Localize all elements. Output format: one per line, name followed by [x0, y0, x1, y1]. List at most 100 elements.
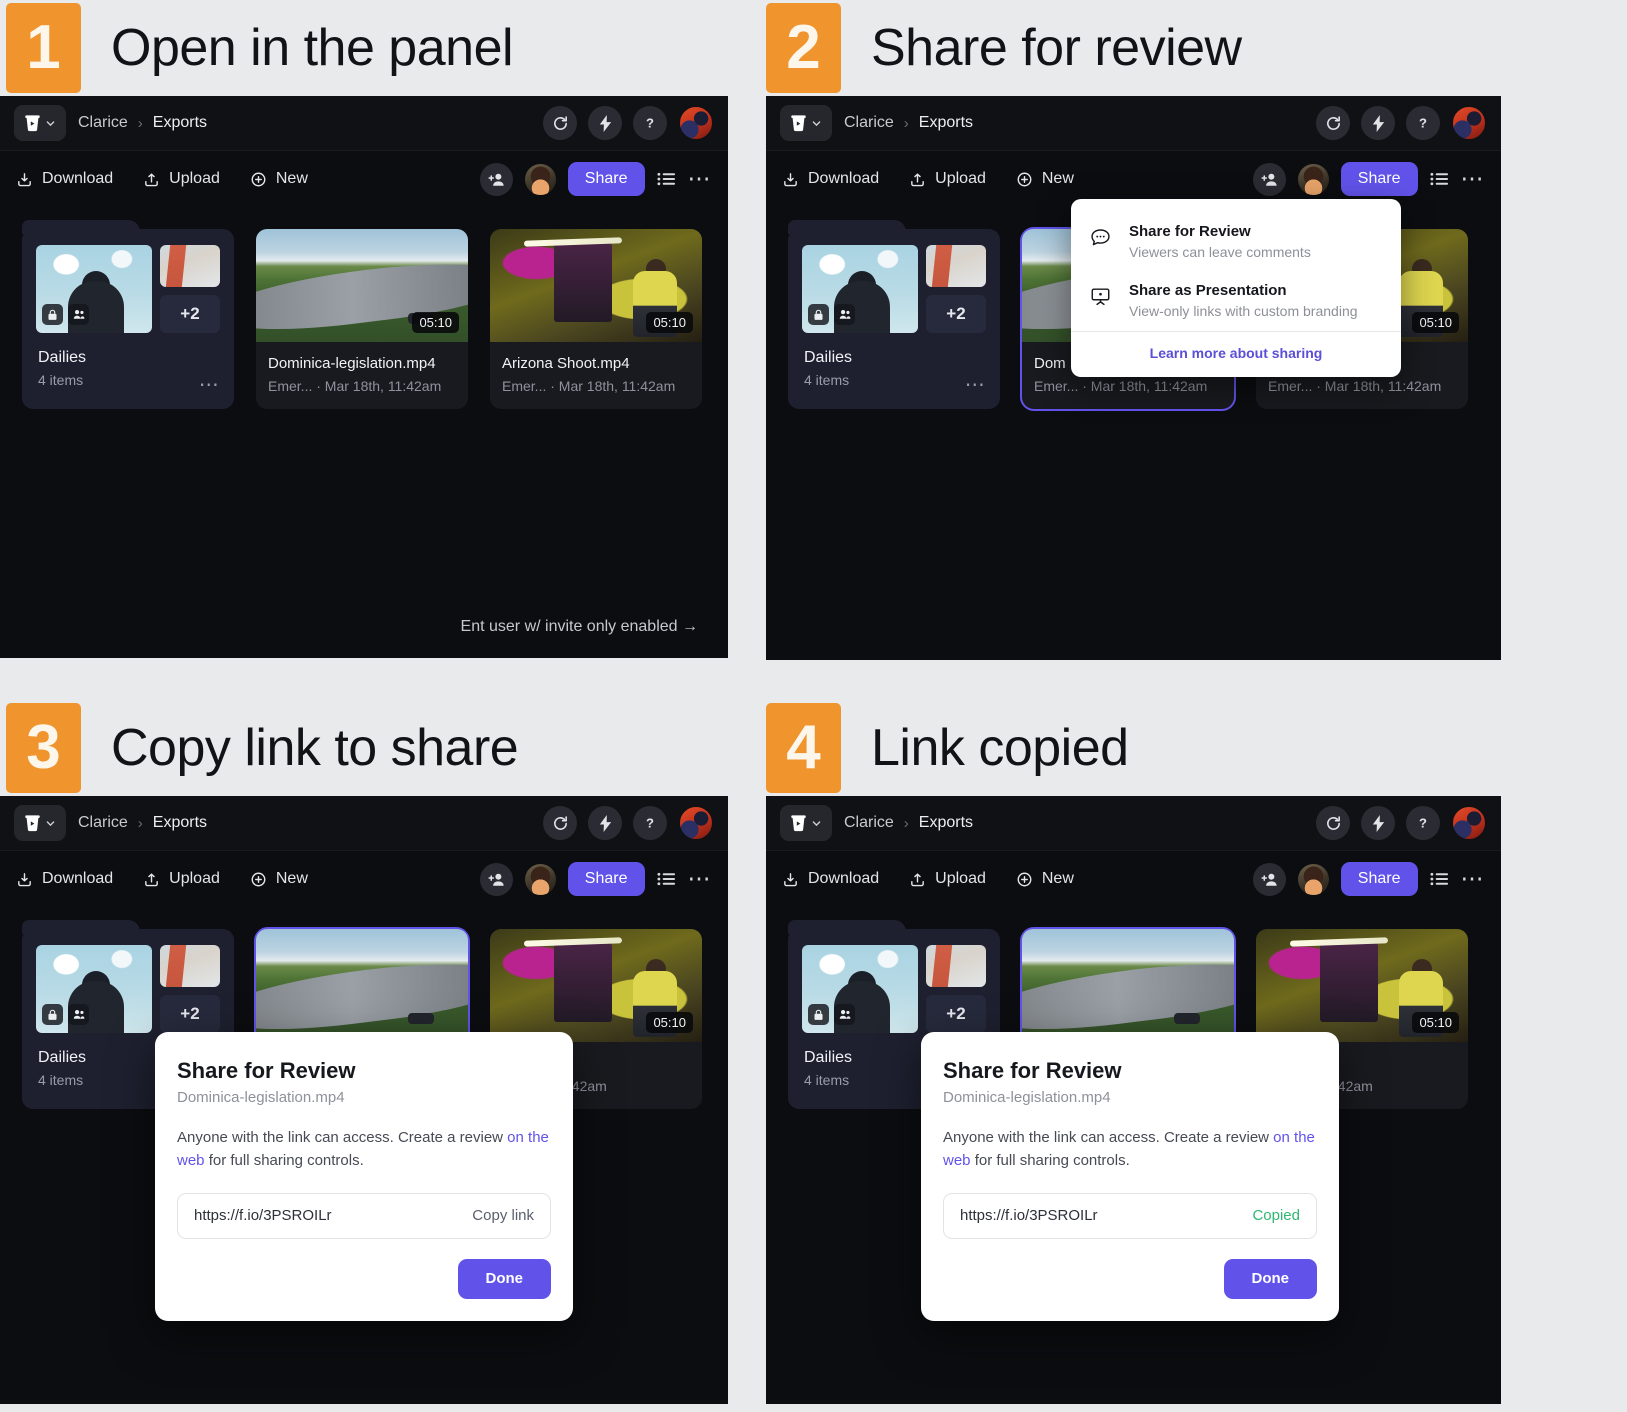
download-button[interactable]: Download [16, 170, 113, 188]
title-bar: Clarice › Exports ? [766, 96, 1501, 151]
video-title: Dominica-legislation.mp4 [268, 355, 436, 372]
add-user-icon[interactable] [1252, 862, 1286, 896]
panel-footnote: Ent user w/ invite only enabled → [460, 618, 698, 635]
refresh-icon[interactable] [543, 106, 577, 140]
breadcrumb-current[interactable]: Exports [153, 114, 207, 132]
list-view-icon[interactable] [1429, 171, 1449, 187]
share-button[interactable]: Share [1340, 162, 1418, 196]
project-switcher-button[interactable] [780, 105, 832, 141]
new-button[interactable]: New [1016, 170, 1074, 188]
video-card[interactable]: 05:10 Dominica-legislation.mp4 Emer... ·… [256, 229, 468, 409]
folder-card[interactable]: +2 Dailies 4 items ⋯ [788, 220, 1000, 409]
step-number-badge: 1 [6, 3, 81, 93]
video-card-body[interactable]: 05:10 Arizona Shoot.mp4 Emer... · Mar 18… [490, 229, 702, 409]
video-subtitle: Emer... · Mar 18th, 11:42am [268, 378, 442, 394]
overflow-menu-icon[interactable]: ⋯ [1461, 867, 1486, 890]
user-avatar[interactable] [678, 105, 714, 141]
modal-filename: Dominica-legislation.mp4 [943, 1089, 1111, 1106]
step-4-header: 4 Link copied [766, 700, 1501, 796]
share-for-review-modal[interactable]: Share for Review Dominica-legislation.mp… [155, 1032, 573, 1321]
download-button[interactable]: Download [16, 870, 113, 888]
share-link-field[interactable]: https://f.io/3PSROILr Copy link [177, 1192, 551, 1239]
collaborator-avatar[interactable] [524, 863, 556, 895]
user-avatar[interactable] [1451, 105, 1487, 141]
copy-link-button[interactable]: Copy link [472, 1207, 534, 1224]
project-switcher-button[interactable] [780, 805, 832, 841]
upload-button[interactable]: Upload [143, 870, 220, 888]
bolt-icon[interactable] [588, 106, 622, 140]
video-card[interactable]: 05:10 Arizona Shoot.mp4 Emer... · Mar 18… [490, 229, 702, 409]
done-button[interactable]: Done [1223, 1258, 1317, 1299]
add-user-icon[interactable] [1252, 162, 1286, 196]
user-avatar[interactable] [1451, 805, 1487, 841]
folder-overflow-icon[interactable]: ⋯ [199, 375, 220, 395]
folder-card[interactable]: +2 Dailies 4 items ⋯ [22, 220, 234, 409]
done-button[interactable]: Done [457, 1258, 551, 1299]
collaborator-avatar[interactable] [524, 163, 556, 195]
download-button[interactable]: Download [782, 870, 879, 888]
collaborator-avatar[interactable] [1297, 163, 1329, 195]
share-menu[interactable]: Share for Review Viewers can leave comme… [1071, 199, 1401, 377]
breadcrumb-root[interactable]: Clarice [78, 814, 128, 832]
video-duration: 05:10 [1412, 1012, 1459, 1033]
overflow-menu-icon[interactable]: ⋯ [1461, 167, 1486, 190]
project-switcher-button[interactable] [14, 805, 66, 841]
collaborator-avatar[interactable] [1297, 863, 1329, 895]
refresh-icon[interactable] [1316, 106, 1350, 140]
folder-meta: Dailies 4 items [36, 333, 220, 388]
help-icon[interactable]: ? [1406, 806, 1440, 840]
step-title: Open in the panel [111, 19, 514, 77]
new-button[interactable]: New [250, 870, 308, 888]
new-button[interactable]: New [1016, 870, 1074, 888]
title-bar: Clarice › Exports ? [0, 796, 728, 851]
video-card-body[interactable]: 05:10 Dominica-legislation.mp4 Emer... ·… [256, 229, 468, 409]
help-icon[interactable]: ? [633, 106, 667, 140]
overflow-menu-icon[interactable]: ⋯ [688, 167, 713, 190]
menu-item-share-as-presentation[interactable]: Share as Presentation View-only links wi… [1071, 272, 1401, 331]
share-button[interactable]: Share [567, 862, 645, 896]
folder-subtitle: 4 items [804, 372, 850, 388]
upload-button[interactable]: Upload [909, 170, 986, 188]
step-3-header: 3 Copy link to share [0, 700, 728, 796]
share-button[interactable]: Share [567, 162, 645, 196]
overflow-menu-icon[interactable]: ⋯ [688, 867, 713, 890]
upload-button[interactable]: Upload [143, 170, 220, 188]
folder-card-body[interactable]: +2 Dailies 4 items ⋯ [788, 220, 1000, 409]
add-user-icon[interactable] [479, 862, 513, 896]
share-link-field[interactable]: https://f.io/3PSROILr Copied [943, 1192, 1317, 1239]
breadcrumb-separator: › [903, 114, 909, 132]
list-view-icon[interactable] [656, 171, 676, 187]
download-button[interactable]: Download [782, 170, 879, 188]
share-for-review-modal[interactable]: Share for Review Dominica-legislation.mp… [921, 1032, 1339, 1321]
list-view-icon[interactable] [656, 871, 676, 887]
modal-filename: Dominica-legislation.mp4 [177, 1089, 345, 1106]
folder-card-body[interactable]: +2 Dailies 4 items ⋯ [22, 220, 234, 409]
menu-item-share-for-review[interactable]: Share for Review Viewers can leave comme… [1071, 213, 1401, 272]
help-icon[interactable]: ? [633, 806, 667, 840]
breadcrumb: Clarice › Exports [844, 114, 973, 132]
breadcrumb-current[interactable]: Exports [153, 814, 207, 832]
add-user-icon[interactable] [479, 162, 513, 196]
folder-overflow-icon[interactable]: ⋯ [965, 375, 986, 395]
action-toolbar: Download Upload New Share ⋯ [766, 851, 1501, 907]
breadcrumb-root[interactable]: Clarice [844, 814, 894, 832]
refresh-icon[interactable] [1316, 806, 1350, 840]
bolt-icon[interactable] [1361, 806, 1395, 840]
upload-button[interactable]: Upload [909, 870, 986, 888]
user-avatar[interactable] [678, 805, 714, 841]
help-icon[interactable]: ? [1406, 106, 1440, 140]
bolt-icon[interactable] [588, 806, 622, 840]
bolt-icon[interactable] [1361, 106, 1395, 140]
modal-footer: Done [943, 1258, 1317, 1299]
list-view-icon[interactable] [1429, 871, 1449, 887]
breadcrumb-root[interactable]: Clarice [844, 114, 894, 132]
folder-tab [788, 220, 906, 234]
breadcrumb-root[interactable]: Clarice [78, 114, 128, 132]
breadcrumb-current[interactable]: Exports [919, 114, 973, 132]
new-button[interactable]: New [250, 170, 308, 188]
refresh-icon[interactable] [543, 806, 577, 840]
project-switcher-button[interactable] [14, 105, 66, 141]
share-button[interactable]: Share [1340, 862, 1418, 896]
learn-more-link[interactable]: Learn more about sharing [1150, 345, 1323, 361]
breadcrumb-current[interactable]: Exports [919, 814, 973, 832]
